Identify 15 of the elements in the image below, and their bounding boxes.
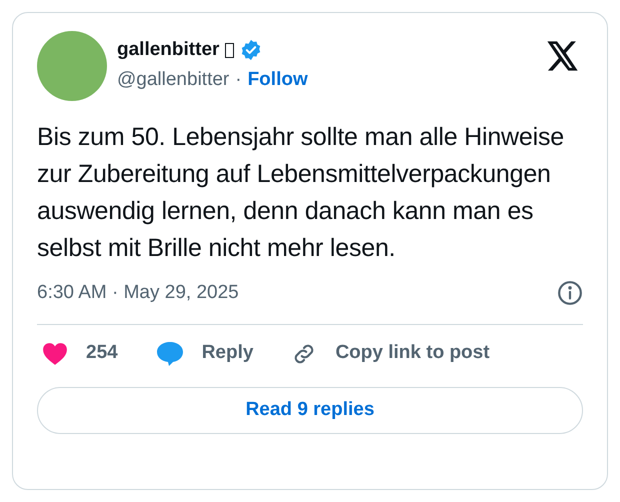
author-name[interactable]: gallenbitter bbox=[117, 38, 220, 62]
speech-bubble-icon bbox=[156, 340, 184, 366]
follow-link[interactable]: Follow bbox=[248, 68, 308, 92]
missing-glyph-icon bbox=[225, 42, 234, 58]
timestamp[interactable]: 6:30 AM · May 29, 2025 bbox=[37, 279, 239, 308]
author-handle[interactable]: @gallenbitter bbox=[117, 68, 230, 92]
like-action[interactable]: 254 bbox=[42, 339, 118, 368]
tweet-text: Bis zum 50. Lebensjahr sollte man alle Hinweise zur Zubereitung auf Lebensmittelverpackungen auswendig lernen, denn danach kann man es selbst mit Brille nicht mehr lesen. bbox=[37, 122, 565, 264]
heart-icon bbox=[42, 342, 68, 366]
copy-action[interactable]: Copy link to post bbox=[291, 339, 490, 368]
reply-action[interactable]: Reply bbox=[156, 339, 254, 368]
separator-dot: · bbox=[235, 68, 242, 92]
x-logo-icon[interactable] bbox=[547, 41, 579, 71]
read-replies-button[interactable]: Read 9 replies bbox=[37, 386, 583, 434]
info-icon[interactable] bbox=[557, 280, 583, 306]
